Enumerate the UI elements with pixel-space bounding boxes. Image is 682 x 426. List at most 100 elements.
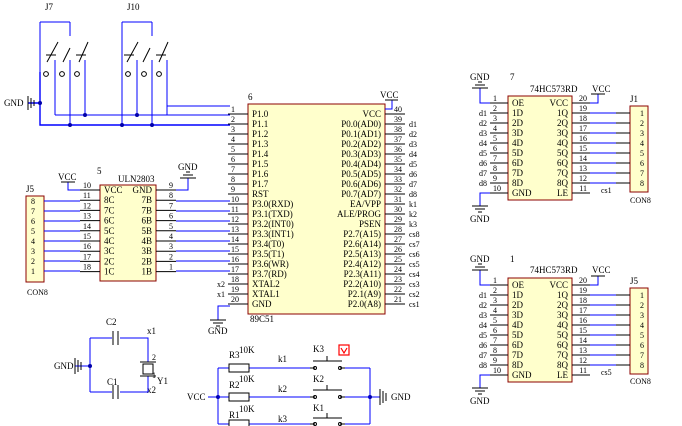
gnd-label-latch-top: GND xyxy=(470,72,490,82)
latch-bottom-pin-number: 7 xyxy=(493,336,497,345)
mcu-pin-name: P3.7(RD) xyxy=(252,269,287,279)
resistor-r2-label: R2 xyxy=(229,380,240,390)
mcu-pin-number: 28 xyxy=(394,225,402,234)
driver-pin-number: 13 xyxy=(83,212,91,221)
mcu-pin-number: 32 xyxy=(394,185,402,194)
j5-left-pin-number: 6 xyxy=(31,217,35,226)
latch-bottom-pin-number: 2 xyxy=(493,286,497,295)
latch-top-pin-number: 3 xyxy=(493,114,497,123)
j5-left-ref: J5 xyxy=(26,184,35,194)
resistor-r3-value: 10K xyxy=(239,345,255,355)
vcc-label-mcu: VCC xyxy=(380,90,399,100)
latch-top-pin-name: 3Q xyxy=(557,128,569,138)
mcu-pin-name: P2.6(A14) xyxy=(343,239,381,249)
gnd-label-latch-bottom-bottom: GND xyxy=(470,396,490,406)
latch-bottom-pin-number: 8 xyxy=(493,346,497,355)
latch-bottom-con-part: CON8 xyxy=(630,377,651,386)
mcu-pin-number: 14 xyxy=(231,235,239,244)
latch-bottom-net-label: d6 xyxy=(479,341,487,350)
latch-bottom-pin-name: 6Q xyxy=(557,340,569,350)
latch-bottom-pin-number: 16 xyxy=(579,316,587,325)
driver-pin-number: 6 xyxy=(169,212,173,221)
mcu-net-label: cs5 xyxy=(409,260,420,269)
mcu-pin-name: P3.0(RXD) xyxy=(252,199,293,209)
mcu-pin-number: 8 xyxy=(231,175,235,184)
driver-pin-number: 3 xyxy=(169,242,173,251)
mcu-pin-name: P0.3(AD3) xyxy=(341,149,381,159)
vcc-label-driver: VCC xyxy=(58,172,77,182)
latch-bottom-net-label: d4 xyxy=(479,321,487,330)
mcu-pin-name: P0.7(AD7) xyxy=(341,189,381,199)
mcu-pin-number: 24 xyxy=(394,265,402,274)
latch-top-pin-name: GND xyxy=(512,188,532,198)
latch-bottom-con-pin-number: 6 xyxy=(640,341,644,350)
latch-bottom-pin-name: 4Q xyxy=(557,320,569,330)
mcu-pin-number: 27 xyxy=(394,235,402,244)
latch-top-pin-name: 2Q xyxy=(557,118,569,128)
latch-top-pin-number: 20 xyxy=(579,94,587,103)
driver-pin-name: 4C xyxy=(104,236,115,246)
mcu-pin-number: 38 xyxy=(394,125,402,134)
latch-top-pin-number: 14 xyxy=(579,154,587,163)
mcu-pin-name: VCC xyxy=(362,109,381,119)
latch-top-pin-name: 6D xyxy=(512,158,524,168)
vcc-label-latch-top: VCC xyxy=(592,84,611,94)
latch-top-con-pin-number: 4 xyxy=(640,139,644,148)
mcu-net-label: d1 xyxy=(409,120,417,129)
driver-pin-number: 7 xyxy=(169,201,173,210)
latch-top-pin-number: 2 xyxy=(493,104,497,113)
latch-top-pin-number: 16 xyxy=(579,134,587,143)
mcu-pin-name: P1.6 xyxy=(252,169,269,179)
driver-pin-number: 15 xyxy=(83,232,91,241)
latch-top-con-pin-number: 3 xyxy=(640,129,644,138)
mcu-pin-name: P0.5(AD5) xyxy=(341,169,381,179)
crystal-circuit: C2 C1 x1 x2 Y1 2 1 GND xyxy=(54,317,168,399)
mcu-pin-name: XTAL2 xyxy=(252,279,280,289)
latch-top-net-label: d8 xyxy=(479,179,487,188)
mcu-pin-number: 30 xyxy=(394,205,402,214)
mcu-net-label: d4 xyxy=(409,150,417,159)
latch-top-pin-number: 7 xyxy=(493,154,497,163)
latch-top-ref: 7 xyxy=(510,72,515,82)
switch-k3-label: K3 xyxy=(313,344,324,354)
driver-pin-number: 14 xyxy=(83,222,91,231)
driver-pin-name: 7B xyxy=(141,205,152,215)
mcu-89c51: 6 89C51 1 P1.0 2 P1.1 3 P1.2 4 P1.3 5 P1.4 6 P1.5 7 P… xyxy=(208,90,420,336)
mcu-right-pins: 40 VCC 39 P0.0(AD0) d1 38 P0.1(AD1) d2 37 P0.2(AD… xyxy=(337,105,420,309)
mcu-pin-number: 9 xyxy=(231,185,235,194)
latch-top-con-pin-number: 5 xyxy=(640,149,644,158)
vcc-label-latch-bottom: VCC xyxy=(592,265,611,275)
latch-bottom-pin-name: VCC xyxy=(549,280,568,290)
driver-pin-number: 12 xyxy=(83,201,91,210)
mcu-net-label: d3 xyxy=(409,140,417,149)
mcu-net-label: cs1 xyxy=(409,300,420,309)
driver-part: ULN2803 xyxy=(118,174,155,184)
latch-top-net-label: d2 xyxy=(479,119,487,128)
latch-top-con-pin-number: 1 xyxy=(640,109,644,118)
mcu-net-label: cs7 xyxy=(409,240,420,249)
gnd-label-jumper: GND xyxy=(4,98,24,108)
mcu-pin-name: P1.2 xyxy=(252,129,268,139)
j5-left-pin-number: 7 xyxy=(31,207,35,216)
latch-bottom-pin-name: 1D xyxy=(512,290,524,300)
cap-c1-label: C1 xyxy=(107,377,118,387)
gnd-label-latch-bottom: GND xyxy=(470,254,490,264)
latch-top-pin-number: 9 xyxy=(493,174,497,183)
latch-bottom-con-pin-number: 8 xyxy=(640,361,644,370)
switch-k2-label: K2 xyxy=(313,374,324,384)
mcu-pin-name: P3.1(TXD) xyxy=(252,209,293,219)
latch-top-con-ref: J1 xyxy=(630,94,638,104)
latch-bottom-pin-number: 10 xyxy=(493,366,501,375)
latch-bottom-con-pin-number: 2 xyxy=(640,301,644,310)
j5-left-pin-number: 1 xyxy=(31,267,35,276)
latch-top-part: 74HC573RD xyxy=(530,84,578,94)
latch-bottom-pin-name: OE xyxy=(512,280,524,290)
mcu-pin-number: 17 xyxy=(231,265,239,274)
mcu-pin-number: 37 xyxy=(394,135,402,144)
driver-pin-number: 17 xyxy=(83,252,91,261)
latch-bottom-pin-number: 13 xyxy=(579,346,587,355)
latch-bottom-pin-name: 3Q xyxy=(557,310,569,320)
mcu-pin-name: P1.5 xyxy=(252,159,269,169)
latch-top-pin-number: 1 xyxy=(493,94,497,103)
vcc-label-keys: VCC xyxy=(187,392,206,402)
